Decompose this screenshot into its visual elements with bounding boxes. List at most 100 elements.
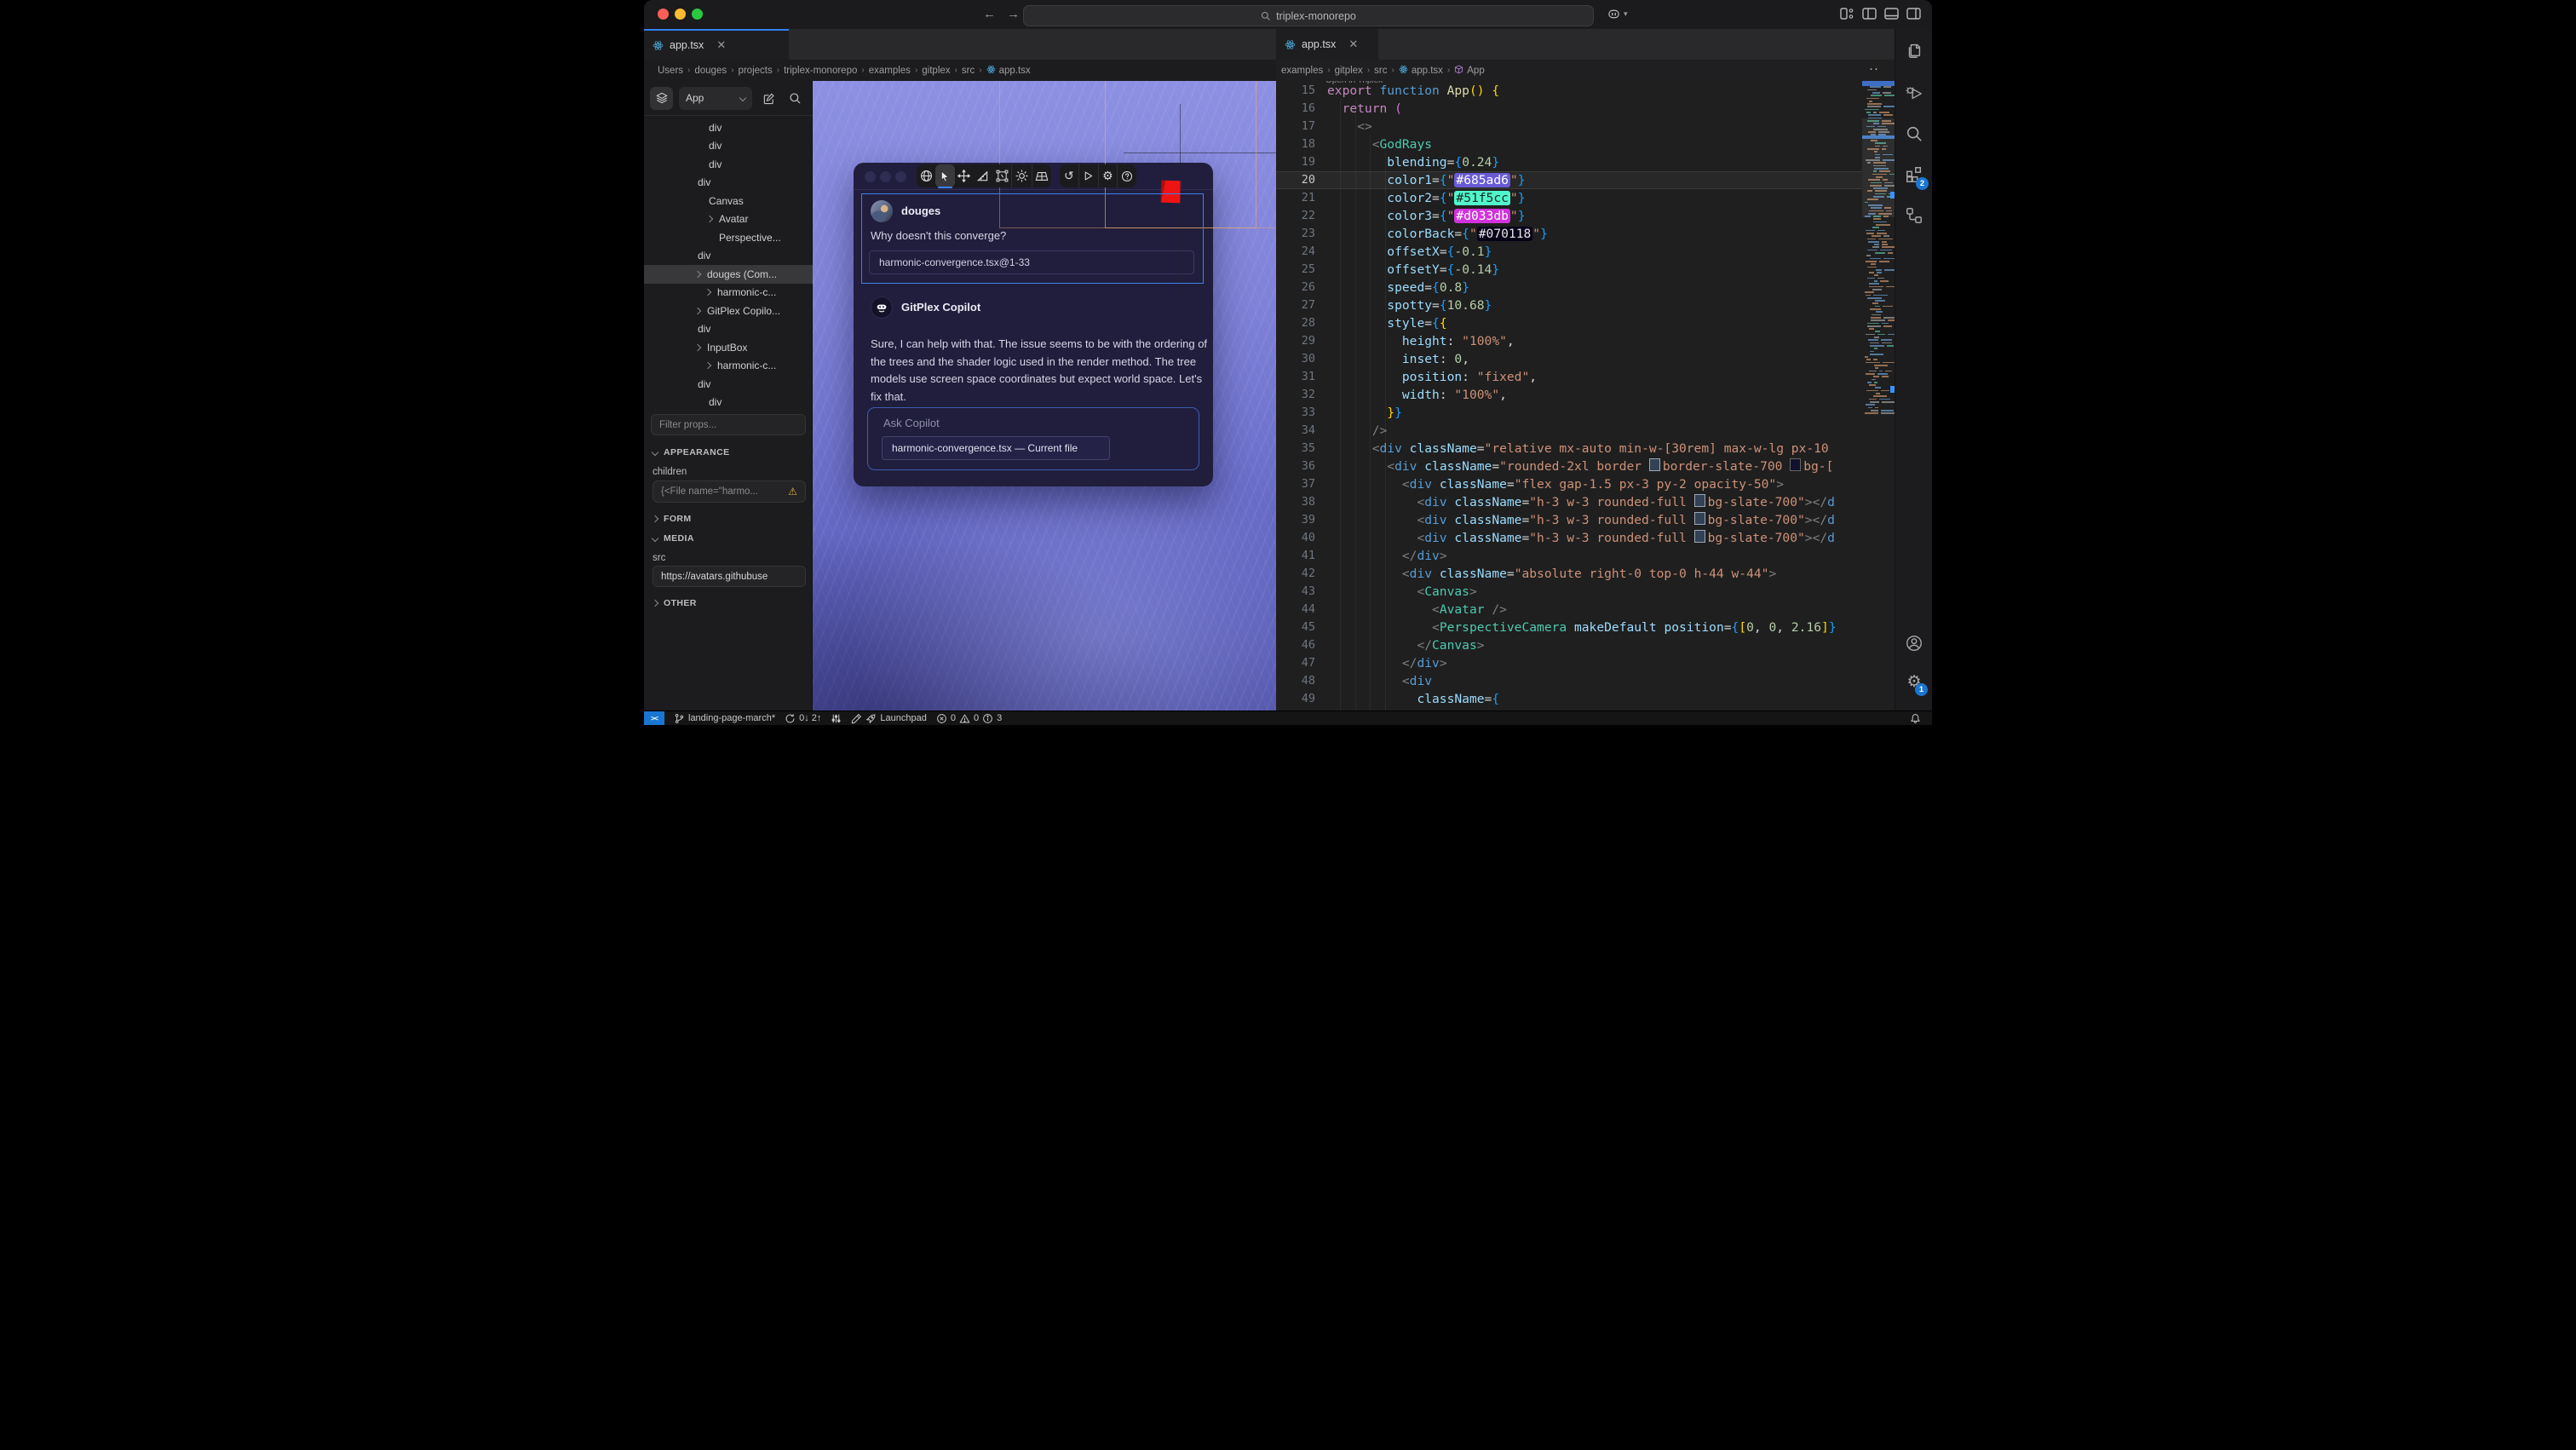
code-line-47[interactable]: 47 </div> bbox=[1276, 654, 1862, 672]
tree-item-gitplex-copilo-[interactable]: GitPlex Copilo... bbox=[644, 302, 813, 320]
code-line-33[interactable]: 33 }} bbox=[1276, 404, 1862, 422]
minimize-window-button[interactable] bbox=[675, 9, 686, 20]
code-line-29[interactable]: 29 height: "100%", bbox=[1276, 332, 1862, 350]
symbols-icon[interactable] bbox=[1905, 206, 1923, 225]
tab-app-tsx-triplex[interactable]: app.tsx ✕ bbox=[644, 29, 789, 60]
breadcrumb-item[interactable]: app.tsx bbox=[986, 65, 1031, 76]
frame-grid-button[interactable] bbox=[1032, 164, 1051, 187]
code-line-17[interactable]: 17 <> bbox=[1276, 118, 1862, 135]
code-line-25[interactable]: 25 offsetY={-0.14} bbox=[1276, 261, 1862, 279]
edit-component-icon[interactable] bbox=[758, 88, 779, 108]
close-icon[interactable]: ✕ bbox=[1348, 37, 1358, 51]
code-line-49[interactable]: 49 className={ bbox=[1276, 690, 1862, 708]
tree-item-perspective-[interactable]: Perspective... bbox=[644, 228, 813, 247]
chat-file-chip[interactable]: harmonic-convergence.tsx@1-33 bbox=[869, 250, 1194, 274]
code-line-45[interactable]: 45 <PerspectiveCamera makeDefault positi… bbox=[1276, 619, 1862, 636]
filter-props-input[interactable]: Filter props... bbox=[651, 414, 806, 435]
code-line-26[interactable]: 26 speed={0.8} bbox=[1276, 279, 1862, 296]
code-line-46[interactable]: 46 </Canvas> bbox=[1276, 636, 1862, 654]
git-sync-item[interactable]: 0↓ 2↑ bbox=[785, 713, 821, 724]
settings-gear-icon[interactable]: ⚙ bbox=[1099, 164, 1118, 187]
world-space-button[interactable] bbox=[917, 164, 935, 187]
tree-item-avatar[interactable]: Avatar bbox=[644, 210, 813, 229]
triplex-3d-viewport[interactable]: douges Why doesn't this converge? harmon… bbox=[813, 81, 1276, 711]
notifications-bell-icon[interactable] bbox=[1910, 713, 1921, 724]
code-line-30[interactable]: 30 inset: 0, bbox=[1276, 350, 1862, 368]
breadcrumb-item[interactable]: src bbox=[962, 66, 975, 76]
code-line-39[interactable]: 39 <div className="h-3 w-3 rounded-full … bbox=[1276, 511, 1862, 529]
tree-item-div[interactable]: div bbox=[644, 118, 813, 137]
breadcrumb-item[interactable]: App bbox=[1454, 65, 1484, 76]
lighting-toggle-button[interactable] bbox=[1012, 164, 1031, 187]
tune-item[interactable] bbox=[831, 713, 842, 724]
code-line-35[interactable]: 35 <div className="relative mx-auto min-… bbox=[1276, 440, 1862, 457]
search-icon[interactable] bbox=[1905, 124, 1923, 143]
code-line-38[interactable]: 38 <div className="h-3 w-3 rounded-full … bbox=[1276, 493, 1862, 511]
code-line-20[interactable]: 20 color1={"#685ad6"} bbox=[1276, 171, 1862, 189]
current-file-chip[interactable]: harmonic-convergence.tsx — Current file bbox=[882, 436, 1110, 460]
toggle-primary-sidebar-icon[interactable] bbox=[1862, 8, 1877, 20]
git-branch-item[interactable]: landing-page-march* bbox=[674, 713, 775, 724]
code-line-36[interactable]: 36 <div className="rounded-2xl border bo… bbox=[1276, 457, 1862, 475]
code-line-32[interactable]: 32 width: "100%", bbox=[1276, 386, 1862, 404]
problems-item[interactable]: 0 0 3 bbox=[936, 713, 1002, 724]
breadcrumb-item[interactable]: gitplex bbox=[922, 66, 950, 76]
tree-item-harmonic-c-[interactable]: harmonic-c... bbox=[644, 284, 813, 302]
code-editor[interactable]: Open in Triplex 15export function App() … bbox=[1276, 81, 1862, 711]
breadcrumb-item[interactable]: src bbox=[1374, 66, 1387, 76]
code-line-31[interactable]: 31 position: "fixed", bbox=[1276, 368, 1862, 386]
breadcrumb-item[interactable]: examples bbox=[869, 66, 911, 76]
tree-item-div[interactable]: div bbox=[644, 247, 813, 266]
tree-item-canvas[interactable]: Canvas bbox=[644, 192, 813, 210]
code-line-44[interactable]: 44 <Avatar /> bbox=[1276, 601, 1862, 619]
account-icon[interactable] bbox=[1905, 634, 1923, 653]
close-window-button[interactable] bbox=[658, 9, 669, 20]
src-prop-input[interactable]: https://avatars.githubuse bbox=[653, 566, 806, 587]
breadcrumb-item[interactable]: examples bbox=[1281, 66, 1323, 76]
play-icon[interactable] bbox=[1079, 164, 1098, 187]
code-line-43[interactable]: 43 <Canvas> bbox=[1276, 583, 1862, 601]
code-line-19[interactable]: 19 blending={0.24} bbox=[1276, 153, 1862, 171]
breadcrumb-item[interactable]: Users bbox=[658, 66, 683, 76]
minimap[interactable] bbox=[1862, 81, 1895, 711]
tree-item-harmonic-c-[interactable]: harmonic-c... bbox=[644, 357, 813, 376]
code-line-16[interactable]: 16 return ( bbox=[1276, 100, 1862, 118]
code-line-41[interactable]: 41 </div> bbox=[1276, 547, 1862, 565]
copilot-menu-button[interactable]: ▾ bbox=[1607, 7, 1628, 21]
code-line-21[interactable]: 21 color2={"#51f5cc"} bbox=[1276, 189, 1862, 207]
section-other[interactable]: OTHER bbox=[653, 598, 697, 608]
tree-item-div[interactable]: div bbox=[644, 174, 813, 193]
command-center-search[interactable]: triplex-monorepo bbox=[1023, 5, 1594, 26]
select-tool-button[interactable] bbox=[935, 164, 954, 187]
toggle-secondary-sidebar-icon[interactable] bbox=[1906, 8, 1921, 20]
tree-item-inputbox[interactable]: InputBox bbox=[644, 338, 813, 357]
undo-icon[interactable]: ↺ bbox=[1060, 164, 1078, 187]
back-button[interactable]: ← bbox=[983, 5, 996, 24]
help-icon[interactable] bbox=[1118, 164, 1136, 187]
tree-item-div[interactable]: div bbox=[644, 375, 813, 394]
run-debug-icon[interactable] bbox=[1905, 83, 1923, 102]
breadcrumb-item[interactable]: douges bbox=[694, 66, 727, 76]
zoom-window-button[interactable] bbox=[692, 9, 703, 20]
code-line-37[interactable]: 37 <div className="flex gap-1.5 px-3 py-… bbox=[1276, 475, 1862, 493]
tree-item-div[interactable]: div bbox=[644, 155, 813, 174]
section-media[interactable]: MEDIA bbox=[653, 533, 694, 544]
breadcrumb-item[interactable]: triplex-monorepo bbox=[784, 66, 857, 76]
transform-bounds-button[interactable] bbox=[992, 164, 1011, 187]
explorer-icon[interactable] bbox=[1905, 41, 1923, 60]
code-line-40[interactable]: 40 <div className="h-3 w-3 rounded-full … bbox=[1276, 529, 1862, 547]
children-prop-input[interactable]: {<File name="harmo... ⚠ bbox=[653, 480, 806, 503]
code-line-27[interactable]: 27 spotty={10.68} bbox=[1276, 296, 1862, 314]
search-scene-icon[interactable] bbox=[785, 88, 805, 108]
code-line-34[interactable]: 34 /> bbox=[1276, 422, 1862, 440]
forward-button[interactable]: → bbox=[1007, 5, 1020, 24]
launchpad-item[interactable]: Launchpad bbox=[851, 713, 926, 724]
code-line-18[interactable]: 18 <GodRays bbox=[1276, 135, 1862, 153]
ask-copilot-input[interactable]: Ask Copilot harmonic-convergence.tsx — C… bbox=[867, 407, 1199, 470]
code-line-23[interactable]: 23 colorBack={"#070118"} bbox=[1276, 225, 1862, 243]
section-form[interactable]: FORM bbox=[653, 514, 692, 524]
breadcrumb-editor[interactable]: examples›gitplex›src›app.tsx›App bbox=[1276, 60, 1867, 81]
code-line-22[interactable]: 22 color3={"#d033db"} bbox=[1276, 207, 1862, 225]
code-line-48[interactable]: 48 <div bbox=[1276, 672, 1862, 690]
tab-app-tsx-editor[interactable]: app.tsx ✕ bbox=[1276, 29, 1378, 60]
